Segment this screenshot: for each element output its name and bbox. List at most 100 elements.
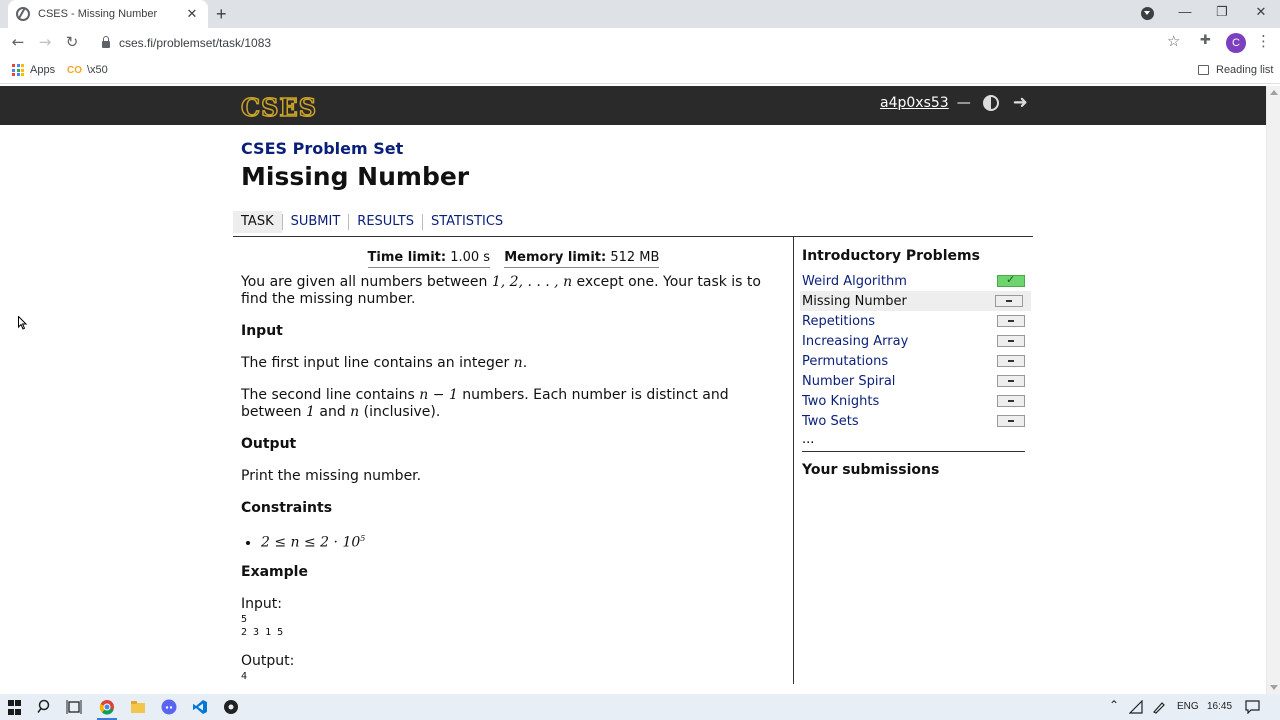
discord-icon[interactable] <box>161 699 177 715</box>
tab-results[interactable]: RESULTS <box>348 214 422 230</box>
bookmark-star-icon[interactable]: ☆ <box>1167 32 1180 50</box>
more-problems-link[interactable]: ... <box>802 432 1033 447</box>
input-description-2: The second line contains n − 1 numbers. … <box>241 387 729 420</box>
new-tab-button[interactable]: + <box>216 4 227 25</box>
tab-task[interactable]: TASK <box>233 211 282 233</box>
bookmark-label: \x50 <box>87 64 108 76</box>
limits-bar: Time limit: 1.00 s Memory limit: 512 MB <box>241 249 786 268</box>
user-controls: a4p0xs53 — ➜ <box>880 94 1028 112</box>
problem-link[interactable]: Missing Number <box>802 294 907 309</box>
app-icon[interactable] <box>223 699 239 715</box>
memory-limit: Memory limit: 512 MB <box>504 249 660 268</box>
browser-tab-strip: CSES - Missing Number ✕ + — ❐ ✕ <box>0 0 1280 28</box>
bookmark-label: Apps <box>30 64 56 76</box>
problem-link[interactable]: Number Spiral <box>802 374 895 389</box>
browser-menu-icon[interactable]: ⋮ <box>1256 32 1271 50</box>
sidebar-item-permutations[interactable]: Permutations <box>800 351 1033 371</box>
file-explorer-icon[interactable] <box>130 699 146 715</box>
problem-link[interactable]: Weird Algorithm <box>802 274 907 289</box>
output-heading: Output <box>241 436 297 452</box>
tab-favicon-icon <box>16 7 30 21</box>
forward-arrow-icon[interactable]: → <box>35 33 55 51</box>
constraints-heading: Constraints <box>241 500 333 516</box>
input-language[interactable]: ENG <box>1177 701 1199 712</box>
problem-sidebar: Introductory Problems Weird Algorithm Mi… <box>800 237 1033 485</box>
page-scrollbar[interactable] <box>1266 86 1280 694</box>
output-description: Print the missing number. <box>241 468 422 484</box>
submissions-heading: Your submissions <box>802 462 940 478</box>
url-text: cses.fi/problemset/task/1083 <box>119 36 272 50</box>
problem-statement: You are given all numbers between 1, 2, … <box>241 274 761 307</box>
clock-time[interactable]: 16:45 <box>1207 701 1232 712</box>
reading-list-label: Reading list <box>1216 64 1274 76</box>
sidebar-item-weird-algorithm[interactable]: Weird Algorithm <box>800 271 1033 291</box>
example-heading: Example <box>241 563 308 580</box>
tab-title: CSES - Missing Number <box>38 8 158 20</box>
site-header: CSES a4p0xs53 — ➜ <box>0 86 1266 125</box>
back-arrow-icon[interactable]: ← <box>8 33 28 51</box>
tab-close-icon[interactable]: ✕ <box>184 7 200 22</box>
example-input-label: Input: <box>241 595 282 612</box>
unsolved-status-icon <box>997 335 1025 347</box>
windows-start-icon[interactable] <box>8 700 24 716</box>
page-title: Missing Number <box>241 162 470 191</box>
tab-search-icon[interactable] <box>1141 7 1154 20</box>
problem-link[interactable]: Permutations <box>802 354 888 369</box>
time-limit: Time limit: 1.00 s <box>367 249 491 268</box>
bookmark-apps[interactable]: Apps <box>12 64 55 76</box>
restore-button[interactable]: ❐ <box>1212 4 1232 20</box>
notifications-icon[interactable] <box>1245 700 1260 714</box>
unsolved-status-icon <box>997 355 1025 367</box>
browser-toolbar: ← → ↻ cses.fi/problemset/task/1083 ☆ ✚ C… <box>0 28 1280 58</box>
scroll-down-icon[interactable] <box>1270 685 1278 690</box>
sidebar-item-number-spiral[interactable]: Number Spiral <box>800 371 1033 391</box>
address-bar[interactable]: cses.fi/problemset/task/1083 <box>92 30 1192 56</box>
network-icon[interactable] <box>1129 700 1143 714</box>
sidebar-item-two-sets[interactable]: Two Sets <box>800 411 1033 431</box>
profile-avatar[interactable]: C <box>1226 33 1246 53</box>
tab-statistics[interactable]: STATISTICS <box>421 214 511 230</box>
unsolved-status-icon <box>997 395 1025 407</box>
constraints-list: 2 ≤ n ≤ 2 · 105 <box>261 530 786 552</box>
problem-link[interactable]: Two Knights <box>802 394 879 409</box>
constraint-item: 2 ≤ n ≤ 2 · 105 <box>261 530 786 552</box>
logout-icon[interactable]: ➜ <box>1013 94 1028 112</box>
browser-tab[interactable]: CSES - Missing Number ✕ <box>8 0 208 28</box>
pen-icon[interactable] <box>1152 700 1166 714</box>
problem-set-title[interactable]: CSES Problem Set <box>241 139 403 158</box>
sidebar-item-repetitions[interactable]: Repetitions <box>800 311 1033 331</box>
divider <box>802 451 1025 452</box>
problem-link[interactable]: Two Sets <box>802 414 859 429</box>
sidebar-item-two-knights[interactable]: Two Knights <box>800 391 1033 411</box>
search-icon[interactable] <box>37 699 53 715</box>
username-link[interactable]: a4p0xs53 <box>880 95 949 111</box>
os-taskbar: ⌃ ENG 16:45 <box>0 694 1280 720</box>
reading-list-button[interactable]: Reading list <box>1198 64 1273 76</box>
example-output: 4 <box>241 670 248 682</box>
contrast-toggle-icon[interactable] <box>982 95 999 111</box>
example-output-label: Output: <box>241 652 295 669</box>
vscode-icon[interactable] <box>192 699 208 715</box>
column-divider <box>793 237 794 684</box>
sidebar-item-missing-number[interactable]: Missing Number <box>800 291 1031 311</box>
example-input: 5 2 3 1 5 <box>241 613 284 639</box>
task-view-icon[interactable] <box>66 699 82 715</box>
unsolved-status-icon <box>995 295 1023 307</box>
minimize-button[interactable]: — <box>1175 4 1195 19</box>
reload-icon[interactable]: ↻ <box>62 33 82 51</box>
cses-logo[interactable]: CSES <box>240 92 317 123</box>
bookmark-x50[interactable]: CO \x50 <box>67 64 108 76</box>
tray-expand-icon[interactable]: ⌃ <box>1109 698 1119 712</box>
scroll-up-icon[interactable] <box>1270 90 1278 95</box>
lock-icon <box>102 36 110 48</box>
problem-link[interactable]: Repetitions <box>802 314 875 329</box>
sidebar-item-increasing-array[interactable]: Increasing Array <box>800 331 1033 351</box>
close-window-button[interactable]: ✕ <box>1251 4 1271 20</box>
chrome-icon[interactable] <box>99 699 115 715</box>
apps-grid-icon <box>12 64 24 76</box>
tab-submit[interactable]: SUBMIT <box>281 214 349 230</box>
problem-link[interactable]: Increasing Array <box>802 334 908 349</box>
extensions-puzzle-icon[interactable]: ✚ <box>1200 33 1211 48</box>
bookmarks-bar: Apps CO \x50 Reading list <box>0 58 1280 84</box>
separator-dash: — <box>956 95 971 111</box>
